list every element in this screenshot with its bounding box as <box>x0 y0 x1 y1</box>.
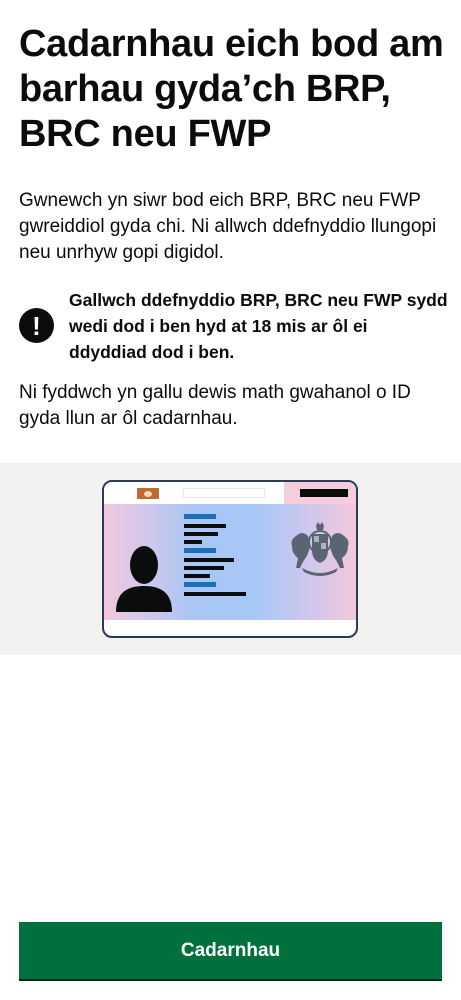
note-paragraph: Ni fyddwch yn gallu dewis math gwahanol … <box>19 382 411 429</box>
intro-paragraph: Gwnewch yn siwr bod eich BRP, BRC neu FW… <box>19 190 437 263</box>
card-header-field <box>183 488 265 498</box>
royal-coat-of-arms-icon <box>291 522 349 576</box>
card-field-line-4 <box>184 558 234 562</box>
card-body <box>104 504 356 620</box>
warning-message: Gallwch ddefnyddio BRP, BRC neu FWP sydd… <box>69 290 448 362</box>
card-field-line-2 <box>184 532 218 536</box>
card-number-redaction <box>300 489 348 497</box>
id-card-illustration <box>0 463 461 655</box>
card-field-line-7 <box>184 592 246 596</box>
card-field-label-3 <box>184 582 216 587</box>
card-field-line-5 <box>184 566 224 570</box>
warning-icon: ! <box>19 308 54 343</box>
card-field-line-1 <box>184 524 226 528</box>
warning-text-block: ! Gallwch ddefnyddio BRP, BRC neu FWP sy… <box>19 287 449 365</box>
confirm-button[interactable]: Cadarnhau <box>19 922 442 981</box>
page-title: Cadarnhau eich bod am barhau gyda’ch BRP… <box>19 23 444 155</box>
card-header-strip <box>104 482 356 504</box>
card-field-label-1 <box>184 514 216 519</box>
card-field-line-6 <box>184 574 210 578</box>
card-chip-center <box>144 490 152 497</box>
card-field-line-3 <box>184 540 202 544</box>
portrait-silhouette-icon <box>116 546 172 612</box>
confirm-id-page: Cadarnhau eich bod am barhau gyda’ch BRP… <box>0 0 461 1000</box>
residence-permit-card-image <box>102 480 358 638</box>
card-field-label-2 <box>184 548 216 553</box>
